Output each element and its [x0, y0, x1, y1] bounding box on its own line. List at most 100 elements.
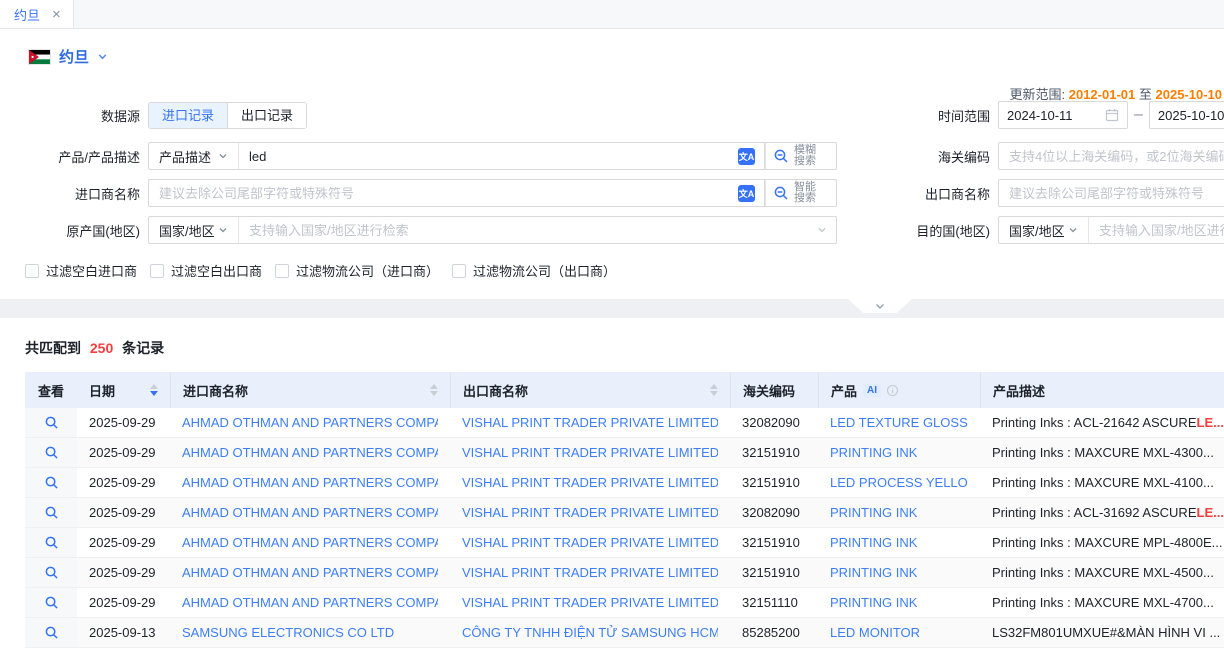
exporter-link[interactable]: VISHAL PRINT TRADER PRIVATE LIMITED [462, 535, 718, 550]
date-cell: 2025-09-29 [77, 528, 170, 557]
translate-icon[interactable]: 文A [738, 185, 755, 202]
tab-import-records[interactable]: 进口记录 [149, 103, 227, 128]
hs-code-cell: 85285200 [730, 618, 818, 647]
column-header-importer[interactable]: 进口商名称 [170, 372, 450, 408]
exporter-link[interactable]: VISHAL PRINT TRADER PRIVATE LIMITED [462, 505, 718, 520]
sort-icons[interactable] [150, 384, 158, 396]
view-record-button[interactable] [44, 505, 59, 520]
tab-export-records[interactable]: 出口记录 [227, 103, 306, 128]
hs-code-cell: 32151910 [730, 558, 818, 587]
importer-link[interactable]: SAMSUNG ELECTRONICS CO LTD [182, 625, 394, 640]
checkbox[interactable] [150, 264, 164, 278]
column-label: 产品描述 [993, 381, 1045, 400]
description-text: Printing Inks : ACL-21642 ASCURE [992, 415, 1197, 430]
hs-code-cell: 32151910 [730, 528, 818, 557]
product-cell: LED PROCESS YELLOW... [818, 468, 980, 497]
exporter-link[interactable]: VISHAL PRINT TRADER PRIVATE LIMITED [462, 475, 718, 490]
fuzzy-search-button[interactable]: 模糊搜索 [765, 142, 837, 170]
filter-checkbox-row: 过滤空白进口商过滤空白出口商过滤物流公司（进口商） 过滤物流公司（出口商） [25, 261, 616, 280]
importer-link[interactable]: AHMAD OTHMAN AND PARTNERS COMPA... [182, 475, 438, 490]
view-record-button[interactable] [44, 595, 59, 610]
chevron-down-icon[interactable] [817, 225, 827, 235]
tab-jordan[interactable]: 约旦 × [0, 0, 74, 28]
product-link[interactable]: LED MONITOR [830, 625, 920, 640]
exporter-link[interactable]: VISHAL PRINT TRADER PRIVATE LIMITED [462, 595, 718, 610]
dest-country-input[interactable] [1089, 223, 1224, 238]
importer-cell: AHMAD OTHMAN AND PARTNERS COMPA... [170, 498, 450, 527]
sort-icons[interactable] [710, 384, 718, 396]
importer-cell: AHMAD OTHMAN AND PARTNERS COMPA... [170, 588, 450, 617]
product-link[interactable]: PRINTING INK [830, 505, 917, 520]
start-date-input[interactable]: 2024-10-11 [998, 101, 1128, 129]
sort-asc-icon[interactable] [430, 384, 438, 389]
filter-checkbox-2[interactable]: 过滤空白出口商 [150, 261, 262, 280]
data-source-toggle: 进口记录 出口记录 [148, 102, 307, 129]
dest-type-select[interactable]: 国家/地区 [999, 217, 1089, 243]
date-cell: 2025-09-29 [77, 438, 170, 467]
sort-desc-icon[interactable] [710, 391, 718, 396]
country-selector[interactable]: 约旦 [28, 46, 108, 67]
collapse-panel-button[interactable] [848, 299, 912, 313]
importer-link[interactable]: AHMAD OTHMAN AND PARTNERS COMPA... [182, 565, 438, 580]
chevron-down-icon [218, 151, 228, 161]
view-record-button[interactable] [44, 625, 59, 640]
importer-link[interactable]: AHMAD OTHMAN AND PARTNERS COMPA... [182, 505, 438, 520]
exporter-link[interactable]: VISHAL PRINT TRADER PRIVATE LIMITED [462, 565, 718, 580]
smart-search-button[interactable]: 智能搜索 [765, 179, 837, 207]
sort-desc-icon[interactable] [430, 391, 438, 396]
product-link[interactable]: PRINTING INK [830, 595, 917, 610]
sort-asc-icon[interactable] [710, 384, 718, 389]
importer-link[interactable]: AHMAD OTHMAN AND PARTNERS COMPA... [182, 445, 438, 460]
date-cell: 2025-09-13 [77, 618, 170, 647]
origin-type-select[interactable]: 国家/地区 [149, 217, 239, 243]
translate-icon[interactable]: 文A [738, 148, 755, 165]
checkbox[interactable] [452, 264, 466, 278]
filter-checkbox-4[interactable]: 过滤物流公司（出口商） [452, 261, 616, 280]
exporter-link[interactable]: VISHAL PRINT TRADER PRIVATE LIMITED [462, 445, 718, 460]
origin-country-input[interactable] [239, 223, 817, 238]
product-link[interactable]: PRINTING INK [830, 565, 917, 580]
exporter-name-input[interactable] [998, 179, 1224, 207]
date-cell: 2025-09-29 [77, 408, 170, 437]
filter-checkbox-3[interactable]: 过滤物流公司（进口商） [275, 261, 439, 280]
end-date-input[interactable]: 2025-10-10 [1149, 101, 1224, 129]
checkbox[interactable] [25, 264, 39, 278]
exporter-cell: VISHAL PRINT TRADER PRIVATE LIMITED [450, 468, 730, 497]
description-cell: LS32FM801UMXUE#&MÀN HÌNH VI ... [980, 618, 1224, 647]
sort-icons[interactable] [430, 384, 438, 396]
panel-divider [0, 299, 1224, 318]
form-row-product: 产品/产品描述 产品描述 文A 模糊搜索 海关编码 [0, 142, 1224, 170]
sort-asc-icon[interactable] [150, 384, 158, 389]
view-record-button[interactable] [44, 445, 59, 460]
importer-link[interactable]: AHMAD OTHMAN AND PARTNERS COMPA... [182, 415, 438, 430]
product-link[interactable]: LED TEXTURE GLOSS ... [830, 415, 968, 430]
product-link[interactable]: PRINTING INK [830, 535, 917, 550]
exporter-link[interactable]: CÔNG TY TNHH ĐIỆN TỬ SAMSUNG HCMC... [462, 625, 718, 640]
view-record-button[interactable] [44, 535, 59, 550]
date-range-dash: – [1134, 106, 1143, 124]
checkbox[interactable] [275, 264, 289, 278]
product-link[interactable]: PRINTING INK [830, 445, 917, 460]
sort-desc-icon[interactable] [150, 391, 158, 396]
date-cell: 2025-09-29 [77, 468, 170, 497]
filter-checkbox-1[interactable]: 过滤空白进口商 [25, 261, 137, 280]
column-label: 日期 [89, 381, 115, 400]
importer-name-input[interactable] [149, 186, 738, 201]
view-record-button[interactable] [44, 475, 59, 490]
column-header-date[interactable]: 日期 [77, 372, 170, 408]
view-record-button[interactable] [44, 565, 59, 580]
product-type-select[interactable]: 产品描述 [149, 143, 239, 169]
product-link[interactable]: LED PROCESS YELLOW... [830, 475, 968, 490]
product-search-input[interactable] [239, 149, 738, 164]
tab-close-icon[interactable]: × [52, 7, 61, 22]
results-count: 250 [90, 340, 113, 356]
hs-code-input[interactable] [998, 142, 1224, 170]
exporter-link[interactable]: VISHAL PRINT TRADER PRIVATE LIMITED [462, 415, 718, 430]
column-header-exporter[interactable]: 出口商名称 [450, 372, 730, 408]
importer-link[interactable]: AHMAD OTHMAN AND PARTNERS COMPA... [182, 595, 438, 610]
column-label: 海关编码 [743, 381, 795, 400]
importer-link[interactable]: AHMAD OTHMAN AND PARTNERS COMPA... [182, 535, 438, 550]
results-panel: 共匹配到 250 条记录 查看日期进口商名称出口商名称海关编码产品AI产品描述 … [0, 318, 1224, 649]
info-icon[interactable] [886, 384, 899, 397]
view-record-button[interactable] [44, 415, 59, 430]
